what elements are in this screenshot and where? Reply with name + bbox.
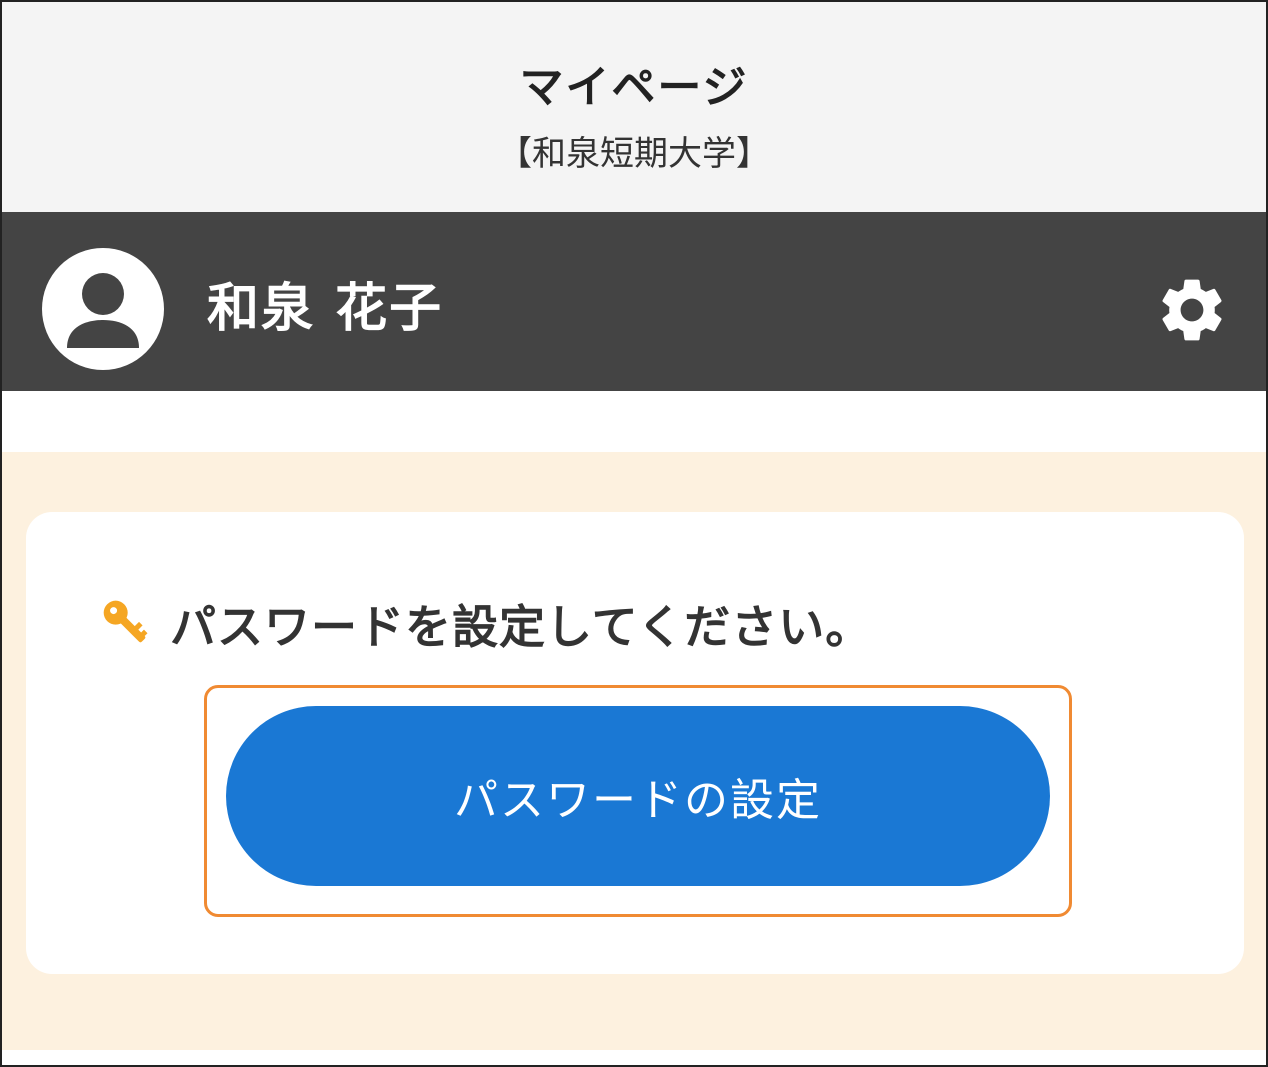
- page-header: マイページ 【和泉短期大学】: [2, 2, 1266, 212]
- set-password-button[interactable]: パスワードの設定: [226, 706, 1050, 886]
- button-highlight-frame: パスワードの設定: [204, 685, 1072, 917]
- gear-icon[interactable]: [1154, 272, 1230, 348]
- school-name: 【和泉短期大学】: [498, 134, 770, 174]
- password-prompt: パスワードを設定してください。: [98, 584, 872, 664]
- user-bar: 和泉 花子: [2, 212, 1266, 391]
- user-name: 和泉 花子: [207, 279, 444, 339]
- app-frame: マイページ 【和泉短期大学】 和泉 花子 パスワードを設定してください。 パスワ…: [0, 0, 1268, 1067]
- password-prompt-text: パスワードを設定してください。: [170, 600, 873, 654]
- password-card: パスワードを設定してください。 パスワードの設定: [26, 512, 1244, 974]
- key-icon: [103, 600, 148, 643]
- page-title: マイページ: [519, 62, 749, 113]
- main-content: パスワードを設定してください。 パスワードの設定: [2, 452, 1266, 1050]
- user-avatar-icon: [42, 248, 164, 370]
